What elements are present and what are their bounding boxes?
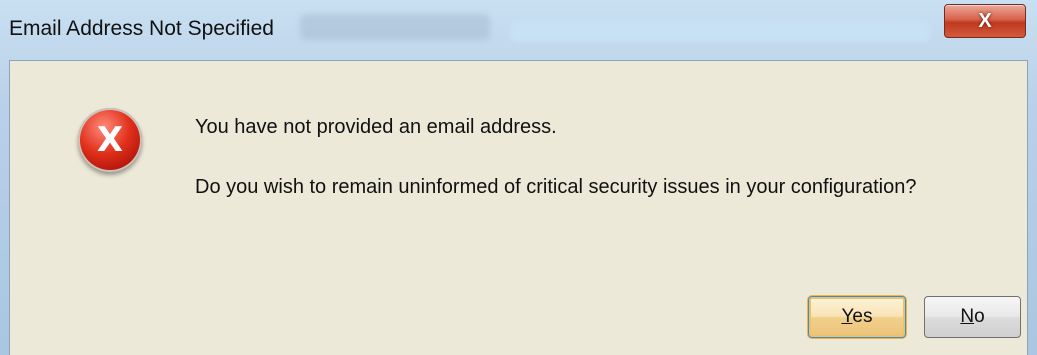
no-button-label: o [974,306,985,327]
window-title: Email Address Not Specified [9,17,274,40]
error-icon-glyph: X [96,120,124,160]
close-icon: X [978,10,992,32]
dialog-body: X You have not provided an email address… [9,60,1028,355]
yes-button[interactable]: Yes [808,296,906,338]
title-bar-blur [300,14,490,40]
dialog-window: Email Address Not Specified X X You have… [0,0,1037,355]
message-line-2: Do you wish to remain uninformed of crit… [195,176,917,198]
yes-button-label: es [852,306,873,327]
title-bar-blur [510,20,930,42]
error-icon: X [78,108,142,172]
close-button[interactable]: X [944,4,1026,38]
title-bar[interactable]: Email Address Not Specified X [0,0,1037,60]
yes-button-mnemonic: Y [841,306,853,327]
no-button-mnemonic: N [960,306,975,327]
no-button[interactable]: No [924,296,1021,338]
message-line-1: You have not provided an email address. [195,116,557,138]
